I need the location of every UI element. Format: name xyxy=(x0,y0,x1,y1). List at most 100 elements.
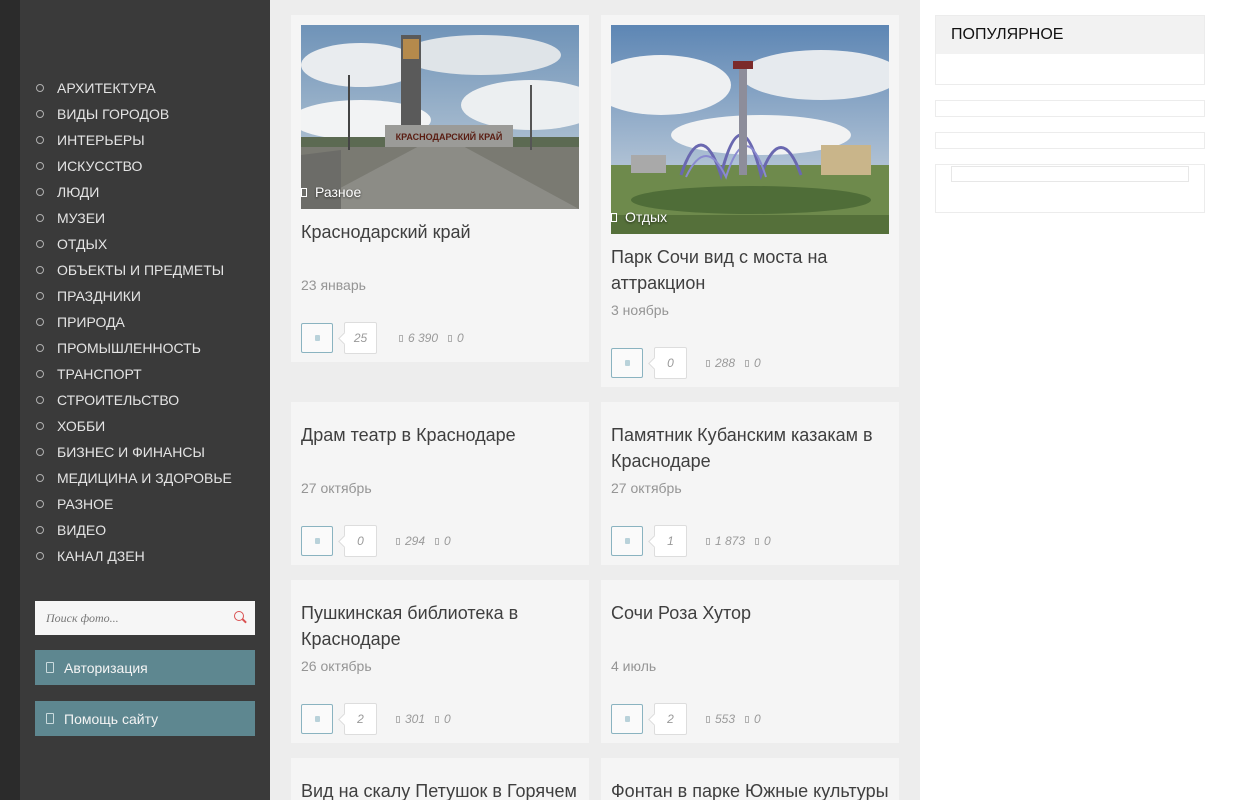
sidebar-item-label: БИЗНЕС И ФИНАНСЫ xyxy=(57,444,205,460)
sidebar-item-interiors[interactable]: ИНТЕРЬЕРЫ xyxy=(35,127,232,153)
search-icon[interactable] xyxy=(234,611,244,621)
popular-inner-box xyxy=(951,166,1189,182)
like-button[interactable] xyxy=(301,704,333,734)
comment-count: 0 xyxy=(764,534,771,548)
post-category-label: Разное xyxy=(315,184,362,200)
popular-widget: ПОПУЛЯРНОЕ xyxy=(935,15,1205,85)
thumbs-up-icon xyxy=(625,716,630,722)
thumbs-up-icon xyxy=(315,716,320,722)
comment-count: 0 xyxy=(444,534,451,548)
post-title[interactable]: Пушкинская библиотека в Краснодаре xyxy=(301,600,583,652)
sidebar-item-label: ПРОМЫШЛЕННОСТЬ xyxy=(57,340,201,356)
sign-text: КРАСНОДАРСКИЙ КРАЙ xyxy=(396,131,503,142)
like-count: 1 xyxy=(654,525,687,557)
post-category-label: Отдых xyxy=(625,209,668,225)
heart-icon xyxy=(46,713,54,724)
like-button[interactable] xyxy=(301,526,333,556)
bullet-icon xyxy=(36,552,44,560)
post-category[interactable]: Отдых xyxy=(611,209,667,225)
sidebar-item-label: АРХИТЕКТУРА xyxy=(57,80,156,96)
like-button[interactable] xyxy=(301,323,333,353)
sidebar-item-objects[interactable]: ОБЪЕКТЫ И ПРЕДМЕТЫ xyxy=(35,257,232,283)
login-button-label: Авторизация xyxy=(64,659,148,676)
bullet-icon xyxy=(36,136,44,144)
folder-icon xyxy=(611,212,617,222)
sidebar-item-video[interactable]: ВИДЕО xyxy=(35,517,232,543)
sidebar-item-architecture[interactable]: АРХИТЕКТУРА xyxy=(35,75,232,101)
comment-count: 0 xyxy=(457,331,464,345)
post-title[interactable]: Парк Сочи вид с моста на аттракцион xyxy=(611,244,893,296)
sidebar-item-art[interactable]: ИСКУССТВО xyxy=(35,153,232,179)
post-date: 4 июль xyxy=(611,658,657,674)
post-date: 27 октябрь xyxy=(611,480,682,496)
like-count: 25 xyxy=(344,322,377,354)
sidebar-item-museums[interactable]: МУЗЕИ xyxy=(35,205,232,231)
sidebar-item-label: МУЗЕИ xyxy=(57,210,106,226)
post-card: Памятник Кубанским казакам в Краснодаре … xyxy=(601,402,899,565)
comment-icon xyxy=(755,537,760,545)
login-button[interactable]: Авторизация xyxy=(35,650,255,685)
post-title[interactable]: Драм театр в Краснодаре xyxy=(301,422,583,448)
post-card: Отдых Парк Сочи вид с моста на аттракцио… xyxy=(601,15,899,387)
sidebar-item-business[interactable]: БИЗНЕС И ФИНАНСЫ xyxy=(35,439,232,465)
bullet-icon xyxy=(36,448,44,456)
view-count: 1 873 xyxy=(715,534,746,548)
bullet-icon xyxy=(36,318,44,326)
post-stats: 553 0 xyxy=(706,712,761,726)
sidebar-item-label: ОТДЫХ xyxy=(57,236,108,252)
sidebar-item-construction[interactable]: СТРОИТЕЛЬСТВО xyxy=(35,387,232,413)
thumbs-up-icon xyxy=(625,360,630,366)
sidebar-item-label: ХОББИ xyxy=(57,418,106,434)
post-image[interactable] xyxy=(611,25,889,234)
eye-icon xyxy=(706,715,710,723)
post-card: Фонтан в парке Южные культуры xyxy=(601,758,899,800)
sidebar-item-zen-channel[interactable]: КАНАЛ ДЗЕН xyxy=(35,543,232,569)
post-image[interactable]: КРАСНОДАРСКИЙ КРАЙ xyxy=(301,25,579,209)
sidebar-item-holidays[interactable]: ПРАЗДНИКИ xyxy=(35,283,232,309)
post-date: 3 ноябрь xyxy=(611,302,669,318)
bullet-icon xyxy=(36,240,44,248)
sidebar-item-label: ПРАЗДНИКИ xyxy=(57,288,141,304)
donate-button[interactable]: Помощь сайту xyxy=(35,701,255,736)
sidebar-item-transport[interactable]: ТРАНСПОРТ xyxy=(35,361,232,387)
bullet-icon xyxy=(36,422,44,430)
search-input[interactable] xyxy=(35,601,215,635)
sidebar-item-hobby[interactable]: ХОББИ xyxy=(35,413,232,439)
like-button[interactable] xyxy=(611,526,643,556)
post-title[interactable]: Краснодарский край xyxy=(301,219,583,245)
like-button[interactable] xyxy=(611,704,643,734)
category-menu: АРХИТЕКТУРА ВИДЫ ГОРОДОВ ИНТЕРЬЕРЫ ИСКУС… xyxy=(35,75,232,569)
post-category[interactable]: Разное xyxy=(301,184,361,200)
sidebar-item-misc[interactable]: РАЗНОЕ xyxy=(35,491,232,517)
search-box xyxy=(35,601,255,635)
sidebar-item-people[interactable]: ЛЮДИ xyxy=(35,179,232,205)
thumbs-up-icon xyxy=(315,538,320,544)
sidebar-item-city-views[interactable]: ВИДЫ ГОРОДОВ xyxy=(35,101,232,127)
bullet-icon xyxy=(36,500,44,508)
bullet-icon xyxy=(36,84,44,92)
post-stats: 288 0 xyxy=(706,356,761,370)
view-count: 301 xyxy=(405,712,426,726)
post-title[interactable]: Сочи Роза Хутор xyxy=(611,600,893,626)
like-button[interactable] xyxy=(611,348,643,378)
eye-icon xyxy=(396,715,400,723)
sidebar-item-leisure[interactable]: ОТДЫХ xyxy=(35,231,232,257)
sidebar-item-label: ВИДЕО xyxy=(57,522,107,538)
comment-icon xyxy=(745,715,750,723)
sidebar-item-nature[interactable]: ПРИРОДА xyxy=(35,309,232,335)
sidebar-item-industry[interactable]: ПРОМЫШЛЕННОСТЬ xyxy=(35,335,232,361)
post-card: КРАСНОДАРСКИЙ КРАЙ Разное Краснодарский … xyxy=(291,15,589,362)
post-title[interactable]: Вид на скалу Петушок в Горячем xyxy=(301,778,583,800)
bullet-icon xyxy=(36,266,44,274)
post-card: Драм театр в Краснодаре 27 октябрь 0 294… xyxy=(291,402,589,565)
eye-icon xyxy=(706,537,710,545)
comment-icon xyxy=(448,334,453,342)
bullet-icon xyxy=(36,396,44,404)
sidebar-item-medicine[interactable]: МЕДИЦИНА И ЗДОРОВЬЕ xyxy=(35,465,232,491)
comment-icon xyxy=(435,537,440,545)
bullet-icon xyxy=(36,344,44,352)
thumbs-up-icon xyxy=(625,538,630,544)
post-title[interactable]: Памятник Кубанским казакам в Краснодаре xyxy=(611,422,893,474)
post-title[interactable]: Фонтан в парке Южные культуры xyxy=(611,778,893,800)
bullet-icon xyxy=(36,370,44,378)
